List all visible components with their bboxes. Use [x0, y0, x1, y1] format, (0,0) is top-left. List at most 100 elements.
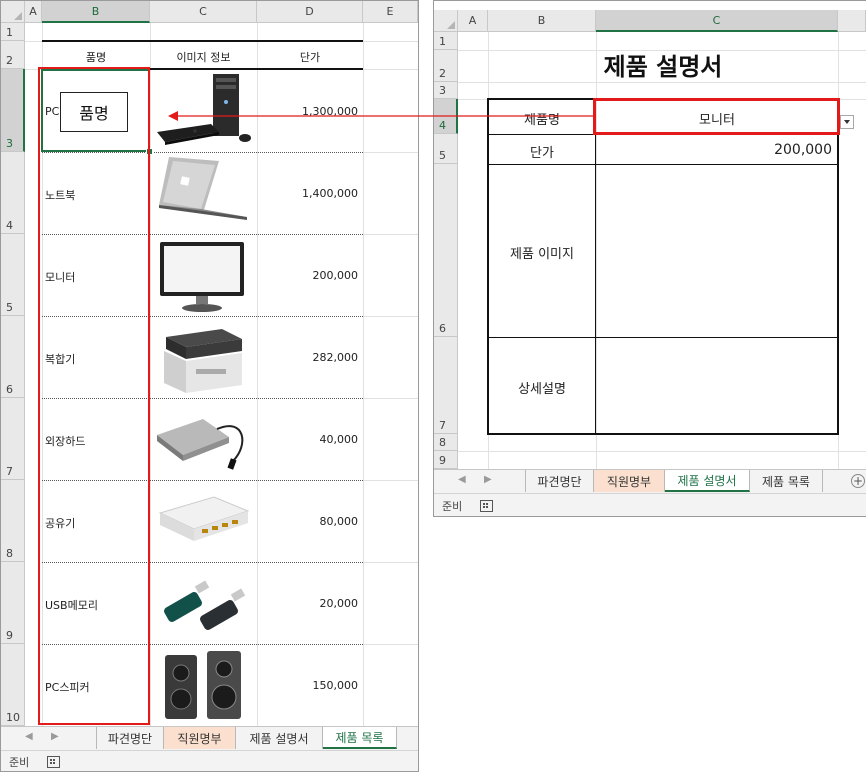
col-header-d[interactable]: D [257, 1, 363, 23]
tab-scroll-left-icon[interactable]: ◀ [25, 731, 33, 742]
header-name: 품명 [85, 51, 107, 64]
row-header-8[interactable]: 8 [434, 434, 458, 451]
item-price-cell[interactable]: 200,000 [257, 269, 359, 282]
row-header-7[interactable]: 7 [1, 398, 25, 480]
row-header-10[interactable]: 10 [1, 644, 25, 726]
header-price: 단가 [299, 51, 321, 64]
item-price-cell[interactable]: 1,300,000 [257, 105, 358, 118]
add-sheet-button[interactable]: + [851, 474, 865, 488]
macro-record-icon[interactable] [47, 756, 60, 768]
sheet-tab-bar: ◀ ▶ 파견명단 직원명부 제품 설명서 제품 목록 + [434, 469, 866, 494]
col-header-c[interactable]: C [150, 1, 257, 23]
row-header-7[interactable]: 7 [434, 337, 458, 434]
gridline [363, 234, 418, 235]
col-header-a[interactable]: A [25, 1, 42, 23]
router-icon[interactable] [156, 491, 252, 553]
desktop-pc-icon[interactable] [153, 72, 253, 150]
right-spreadsheet-window: A B C 1 2 3 4 5 6 7 8 9 제품 설명서 제품명 단가 제품… [433, 0, 866, 517]
tab-scroll-right-icon[interactable]: ▶ [51, 731, 59, 742]
col-header-e[interactable]: E [363, 1, 418, 23]
sheet-tab-bar: ◀ ▶ 파견명단 직원명부 제품 설명서 제품 목록 [1, 726, 418, 751]
status-bar: 준비 [1, 750, 418, 771]
row-header-8[interactable]: 8 [1, 480, 25, 562]
row-header-9[interactable]: 9 [1, 562, 25, 644]
col-header-a[interactable]: A [458, 10, 488, 32]
row-header-3[interactable]: 3 [434, 82, 458, 99]
gridline [363, 152, 418, 153]
price-value[interactable]: 200,000 [596, 142, 832, 158]
usb-memory-icon[interactable] [156, 569, 252, 635]
select-all-corner[interactable] [1, 1, 25, 23]
gridline [363, 562, 418, 563]
window-top-strip [434, 1, 866, 10]
monitor-icon[interactable] [156, 238, 248, 314]
row-header-5[interactable]: 5 [434, 134, 458, 164]
callout-name-label: 품명 [60, 92, 128, 132]
label-product-image: 제품 이미지 [510, 247, 574, 262]
gridline [363, 480, 418, 481]
col-header-b[interactable]: B [488, 10, 596, 32]
tab-product-list[interactable]: 제품 목록 [323, 727, 397, 749]
macro-record-icon[interactable] [480, 500, 493, 512]
product-image-cell[interactable] [597, 166, 837, 336]
chevron-down-icon [844, 120, 850, 124]
gridline [458, 451, 866, 452]
detail-cell[interactable] [597, 339, 837, 433]
tab-product-manual[interactable]: 제품 설명서 [665, 470, 750, 492]
speaker-icon[interactable] [161, 649, 245, 723]
gridline [458, 82, 866, 83]
tab-scroll-left-icon[interactable]: ◀ [458, 474, 466, 485]
tab-product-list[interactable]: 제품 목록 [750, 470, 823, 492]
label-product-name: 제품명 [524, 113, 560, 128]
document-title[interactable]: 제품 설명서 [488, 50, 838, 82]
header-image-info: 이미지 정보 [176, 51, 231, 64]
row-header-4[interactable]: 4 [434, 99, 458, 134]
tab-dispatch-list[interactable]: 파견명단 [525, 470, 594, 492]
form-divider-row [489, 164, 837, 165]
row-header-2[interactable]: 2 [434, 50, 458, 82]
row-header-1[interactable]: 1 [434, 32, 458, 50]
tab-product-manual[interactable]: 제품 설명서 [236, 727, 323, 749]
row-header-3[interactable]: 3 [1, 69, 25, 152]
item-price-cell[interactable]: 282,000 [257, 351, 359, 364]
left-spreadsheet-window: A B C D E 1 2 3 4 5 6 7 8 9 10 품명 이미지 정보… [0, 0, 419, 772]
status-text: 준비 [442, 500, 463, 513]
col-header-b[interactable]: B [42, 1, 150, 23]
gridline [363, 644, 418, 645]
item-price-cell[interactable]: 20,000 [257, 597, 359, 610]
col-header-d[interactable] [838, 10, 866, 32]
row-header-9[interactable]: 9 [434, 451, 458, 469]
row-header-6[interactable]: 6 [1, 316, 25, 398]
tab-scroll-right-icon[interactable]: ▶ [484, 474, 492, 485]
header-top-border [42, 40, 363, 42]
printer-icon[interactable] [158, 319, 246, 395]
select-all-corner[interactable] [434, 10, 458, 32]
status-bar: 준비 [434, 493, 866, 516]
row-header-5[interactable]: 5 [1, 234, 25, 316]
row-header-1[interactable]: 1 [1, 23, 25, 41]
laptop-icon[interactable] [153, 155, 253, 231]
product-name-dropdown[interactable] [840, 115, 854, 129]
label-price: 단가 [530, 146, 554, 161]
tab-dispatch-list[interactable]: 파견명단 [96, 727, 164, 749]
form-divider-row [489, 337, 837, 338]
gridline [257, 23, 258, 726]
col-header-c[interactable]: C [596, 10, 838, 32]
name-column-highlight [38, 67, 150, 725]
gridline [363, 23, 364, 726]
gridline [363, 398, 418, 399]
gridline [363, 316, 418, 317]
item-price-cell[interactable]: 150,000 [257, 679, 359, 692]
row-header-4[interactable]: 4 [1, 152, 25, 234]
tab-employee-roster[interactable]: 직원명부 [594, 470, 665, 492]
gridline [150, 23, 151, 726]
row-header-2[interactable]: 2 [1, 41, 25, 69]
status-text: 준비 [9, 756, 30, 769]
item-price-cell[interactable]: 80,000 [257, 515, 359, 528]
row-header-6[interactable]: 6 [434, 164, 458, 337]
item-price-cell[interactable]: 40,000 [257, 433, 359, 446]
label-detail: 상세설명 [518, 382, 566, 397]
external-hdd-icon[interactable] [153, 405, 253, 475]
item-price-cell[interactable]: 1,400,000 [257, 187, 358, 200]
tab-employee-roster[interactable]: 직원명부 [164, 727, 236, 749]
